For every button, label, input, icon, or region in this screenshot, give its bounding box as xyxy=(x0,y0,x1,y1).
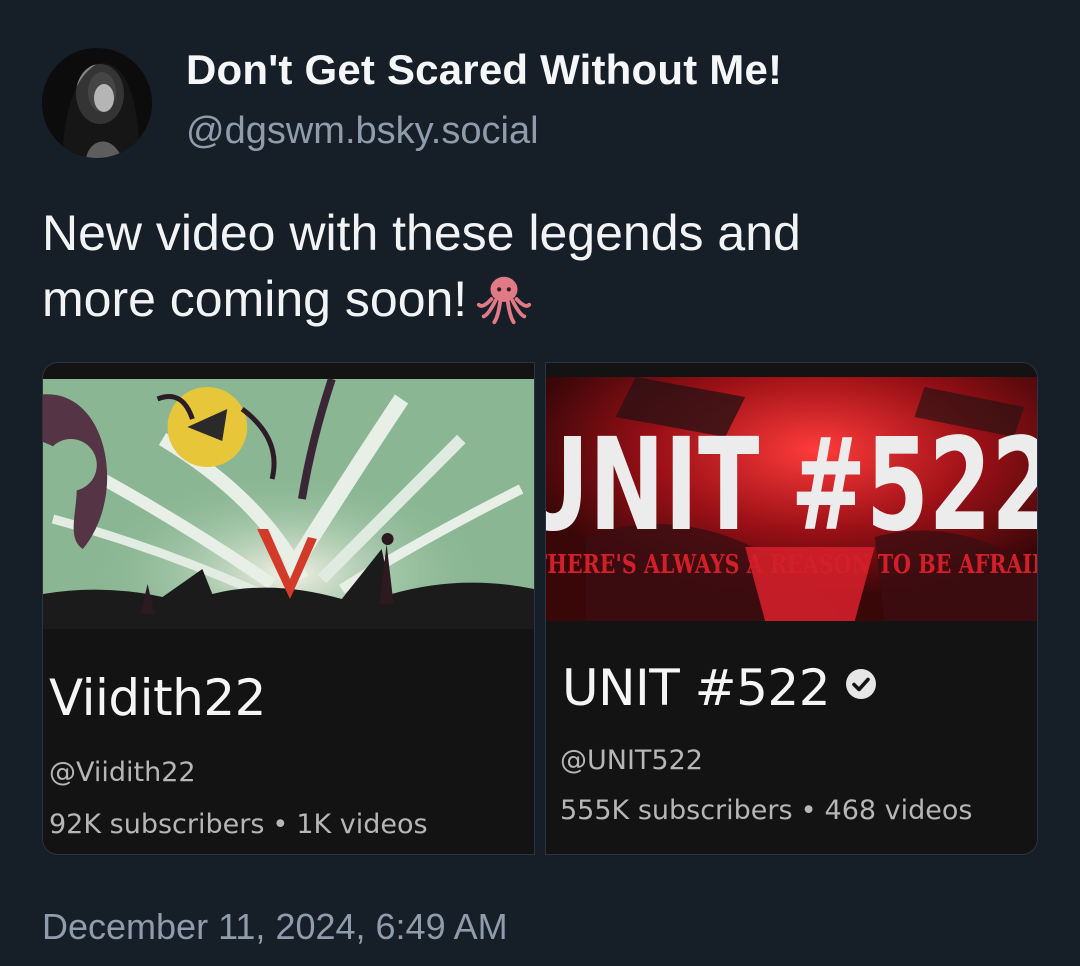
post-text: New video with these legends and more co… xyxy=(42,200,1042,332)
separator-dot: • xyxy=(272,809,289,840)
channel-stats: 92K subscribers • 1K videos xyxy=(49,809,428,840)
author-handle[interactable]: @dgswm.bsky.social xyxy=(186,110,539,153)
channel-name[interactable]: UNIT #522 xyxy=(562,659,878,717)
post-text-line-1: New video with these legends and xyxy=(42,205,801,261)
channel-name-text: UNIT #522 xyxy=(562,659,831,717)
channel-banner-unit522: UNIT #522 THERE'S ALWAYS A REASON TO BE … xyxy=(546,377,1037,621)
subscriber-count: 555K subscribers xyxy=(560,795,793,826)
channel-banner-viidith22 xyxy=(43,379,534,629)
post: Don't Get Scared Without Me! @dgswm.bsky… xyxy=(0,0,1080,966)
avatar-image xyxy=(42,48,152,158)
banner-art-unit522: UNIT #522 THERE'S ALWAYS A REASON TO BE … xyxy=(546,377,1037,621)
post-text-line-2: more coming soon! xyxy=(42,266,1042,332)
video-count: 1K videos xyxy=(296,809,428,840)
banner-art-viidith22 xyxy=(43,379,534,629)
separator-dot: • xyxy=(800,795,817,826)
verified-badge-icon xyxy=(846,669,877,699)
channel-name[interactable]: Viidith22 xyxy=(49,669,266,727)
subscriber-count: 92K subscribers xyxy=(49,809,265,840)
channel-handle: @UNIT522 xyxy=(560,745,703,776)
channel-card-viidith22[interactable]: Viidith22 @Viidith22 92K subscribers • 1K … xyxy=(42,362,535,855)
banner-title: UNIT #522 xyxy=(546,411,1037,560)
author-display-name[interactable]: Don't Get Scared Without Me! xyxy=(186,46,782,94)
channel-handle: @Viidith22 xyxy=(49,757,196,788)
banner-tagline: THERE'S ALWAYS A REASON TO BE AFRAID xyxy=(546,550,1037,580)
channel-card-unit522[interactable]: UNIT #522 THERE'S ALWAYS A REASON TO BE … xyxy=(545,362,1038,855)
post-text-line-2-text: more coming soon! xyxy=(42,271,468,327)
post-timestamp[interactable]: December 11, 2024, 6:49 AM xyxy=(42,906,508,948)
octopus-icon xyxy=(477,276,532,325)
avatar[interactable] xyxy=(42,48,152,158)
video-count: 468 videos xyxy=(824,795,973,826)
channel-stats: 555K subscribers • 468 videos xyxy=(560,795,972,826)
